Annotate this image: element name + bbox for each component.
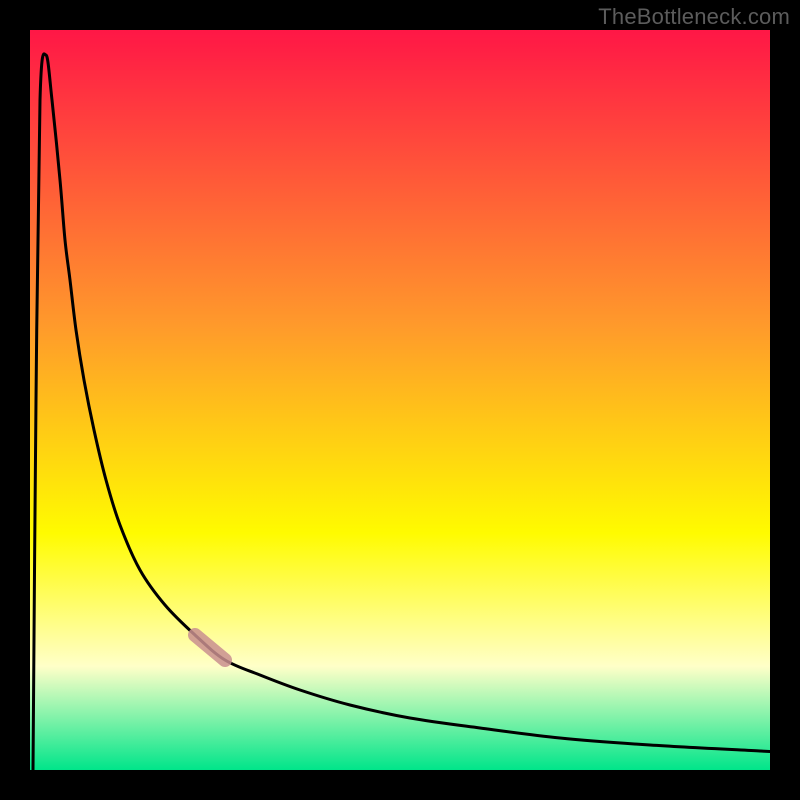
frame-right — [770, 0, 800, 800]
plot-background — [30, 30, 770, 770]
frame-bottom — [0, 770, 800, 800]
watermark-text: TheBottleneck.com — [598, 4, 790, 30]
bottleneck-chart — [0, 0, 800, 800]
chart-stage: TheBottleneck.com — [0, 0, 800, 800]
frame-left — [0, 0, 30, 800]
